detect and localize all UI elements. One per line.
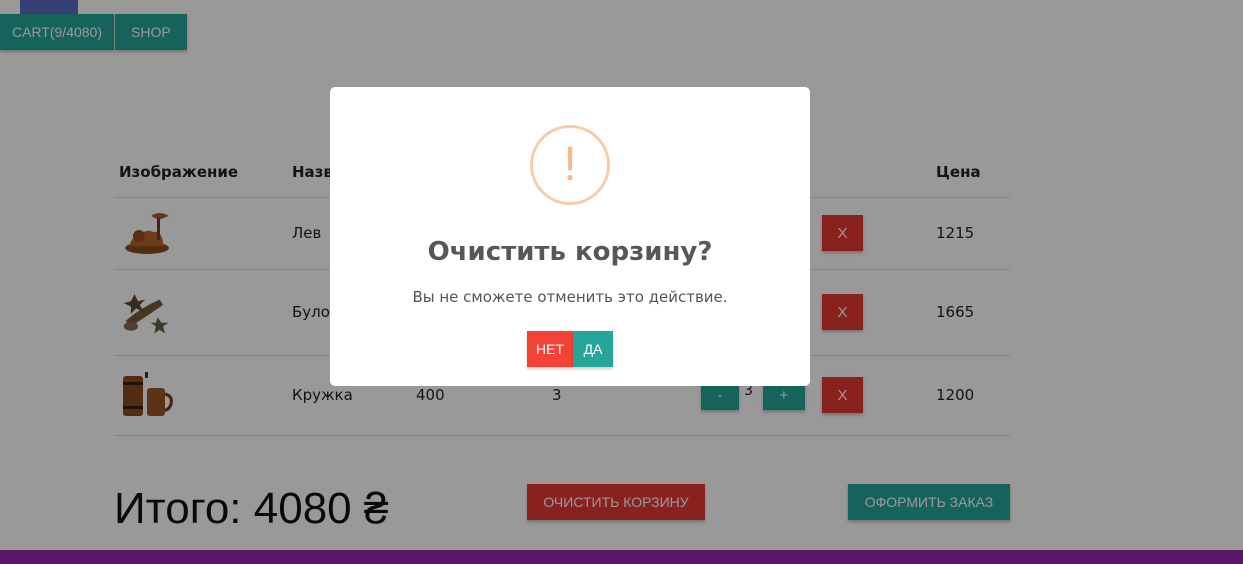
- dialog-text: Вы не сможете отменить это действие.: [412, 288, 728, 306]
- confirm-dialog: ! Очистить корзину? Вы не сможете отмени…: [330, 87, 810, 386]
- confirm-button[interactable]: ДА: [573, 331, 613, 367]
- dialog-title: Очистить корзину?: [427, 237, 713, 267]
- cancel-button[interactable]: НЕТ: [527, 331, 573, 367]
- dialog-actions: НЕТ ДА: [527, 331, 613, 367]
- warning-icon: !: [530, 125, 610, 205]
